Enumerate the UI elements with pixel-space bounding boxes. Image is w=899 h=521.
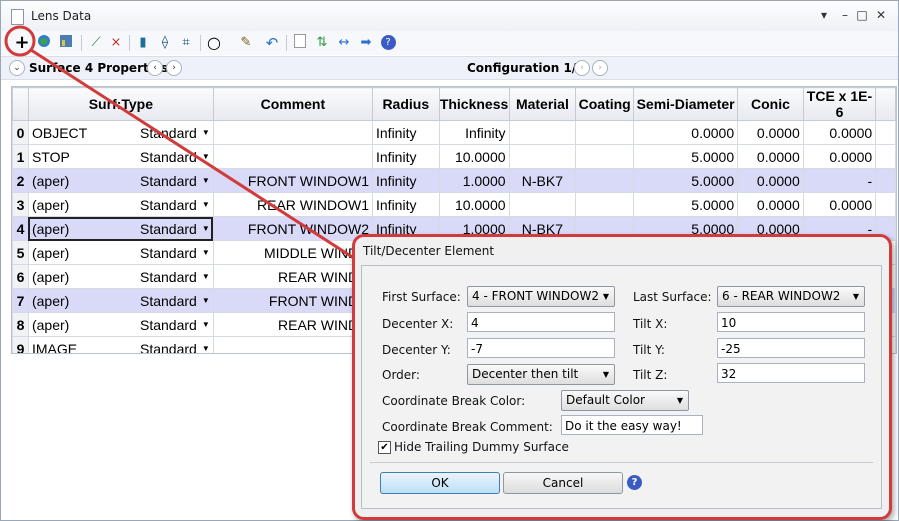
tilt-x-field[interactable]: 10 — [717, 312, 865, 332]
decenter-x-label: Decenter X: — [382, 317, 454, 331]
cb-color-label: Coordinate Break Color: — [382, 394, 526, 408]
tilt-y-field[interactable]: -25 — [717, 338, 865, 358]
tilt-decenter-dialog: Tilt/Decenter Element First Surface: 4 -… — [352, 234, 892, 520]
first-surface-label: First Surface: — [382, 290, 461, 304]
first-surface-select[interactable]: 4 - FRONT WINDOW2 ▼ — [467, 286, 615, 307]
dropdown-arrow-icon: ▼ — [602, 370, 609, 379]
last-surface-label: Last Surface: — [633, 290, 712, 304]
cb-comment-label: Coordinate Break Comment: — [382, 420, 553, 434]
help-icon[interactable]: ? — [627, 475, 642, 490]
order-select[interactable]: Decenter then tilt ▼ — [467, 364, 615, 385]
dropdown-arrow-icon: ▼ — [676, 396, 683, 405]
first-surface-value: 4 - FRONT WINDOW2 — [472, 289, 599, 303]
hide-dummy-checkbox[interactable]: ✔ — [378, 441, 391, 454]
tilt-x-label: Tilt X: — [633, 317, 668, 331]
cb-comment-field[interactable]: Do it the easy way! — [561, 415, 703, 435]
callout-line — [30, 48, 361, 264]
tilt-z-label: Tilt Z: — [633, 368, 668, 382]
decenter-y-label: Decenter Y: — [382, 343, 451, 357]
decenter-y-field[interactable]: -7 — [467, 338, 615, 358]
order-label: Order: — [382, 368, 420, 382]
cancel-button[interactable]: Cancel — [503, 472, 623, 494]
divider — [370, 462, 873, 463]
cb-color-value: Default Color — [566, 393, 645, 407]
ok-button[interactable]: OK — [380, 472, 500, 494]
dropdown-arrow-icon: ▼ — [852, 292, 859, 301]
hide-dummy-label[interactable]: Hide Trailing Dummy Surface — [394, 440, 569, 454]
dropdown-arrow-icon: ▼ — [602, 292, 609, 301]
order-value: Decenter then tilt — [472, 367, 579, 381]
dialog-panel: First Surface: 4 - FRONT WINDOW2 ▼ Last S… — [361, 265, 882, 509]
last-surface-value: 6 - REAR WINDOW2 — [722, 289, 841, 303]
last-surface-select[interactable]: 6 - REAR WINDOW2 ▼ — [717, 286, 865, 307]
callout-circle — [4, 25, 36, 57]
decenter-x-field[interactable]: 4 — [467, 312, 615, 332]
cb-color-select[interactable]: Default Color ▼ — [561, 390, 689, 411]
dialog-title: Tilt/Decenter Element — [363, 244, 495, 258]
tilt-y-label: Tilt Y: — [633, 343, 665, 357]
tilt-z-field[interactable]: 32 — [717, 363, 865, 383]
